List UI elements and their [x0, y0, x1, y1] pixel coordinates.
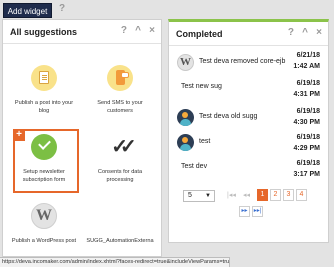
item-date-day: 6/19/18	[296, 160, 320, 167]
last-page-button[interactable]: ▸▸|	[252, 206, 263, 217]
suggestion-publish-post[interactable]: Publish a post into your blog	[9, 65, 79, 115]
help-icon[interactable]: ?	[59, 3, 65, 14]
suggestion-label: Consents for data processing	[97, 169, 143, 183]
completed-panel: Completed ? ^ × W Test deva removed core…	[168, 19, 329, 243]
item-name: test	[199, 138, 211, 145]
page-button-2[interactable]: 2	[270, 189, 281, 201]
item-name: Test new sug	[181, 83, 222, 90]
first-page-icon[interactable]: |◂◂	[227, 191, 236, 199]
list-item[interactable]: Test dev 6/19/18 3:17 PM	[169, 156, 328, 184]
list-item[interactable]: Test deva old sugg 6/19/18 4:30 PM	[169, 104, 328, 130]
item-date: 6/21/18 1:42 AM	[293, 50, 320, 72]
suggestion-automation-externa[interactable]: SUGG_AutomationExterna	[85, 203, 155, 245]
page-button-1[interactable]: 1	[257, 189, 268, 201]
list-item[interactable]: W Test deva removed core-ejb 6/21/18 1:4…	[169, 50, 328, 78]
sms-phone-icon	[107, 65, 133, 91]
help-icon[interactable]: ?	[121, 25, 127, 36]
status-url-bar: https://deva.incomaker.com/admin/index.x…	[0, 257, 230, 267]
item-date-day: 6/19/18	[296, 134, 320, 141]
checkmark-icon	[31, 134, 57, 160]
item-date-time: 4:31 PM	[293, 91, 320, 98]
item-date-day: 6/21/18	[296, 52, 320, 59]
panel-header: All suggestions ? ^ ×	[3, 20, 161, 44]
item-date: 6/19/18 4:29 PM	[294, 132, 320, 154]
page-size-select[interactable]: 5 ▼	[183, 190, 215, 202]
panel-header: Completed ? ^ ×	[169, 22, 328, 46]
page-button-3[interactable]: 3	[283, 189, 294, 201]
add-widget-button[interactable]: Add widget	[3, 3, 52, 18]
item-name: Test dev	[181, 163, 208, 170]
item-date-time: 1:42 AM	[293, 63, 320, 70]
wordpress-icon: W	[31, 203, 57, 229]
suggestion-label: Send SMS to your customers	[97, 100, 143, 114]
suggestion-consents[interactable]: ✓✓ Consents for data processing	[85, 134, 155, 184]
item-date: 6/19/18 4:31 PM	[294, 78, 320, 100]
item-date-day: 6/19/18	[296, 80, 320, 87]
suggestion-send-sms[interactable]: Send SMS to your customers	[85, 65, 155, 115]
help-icon[interactable]: ?	[288, 27, 294, 38]
list-item[interactable]: test 6/19/18 4:29 PM	[169, 130, 328, 156]
suggestion-label: Setup newsletter subscription form	[22, 169, 66, 183]
close-icon[interactable]: ×	[316, 27, 322, 38]
item-date: 6/19/18 3:17 PM	[294, 158, 320, 180]
item-date-day: 6/19/18	[296, 108, 320, 115]
panel-title: Completed	[176, 29, 223, 39]
people-avatar-icon	[177, 134, 194, 151]
page-size-value: 5	[188, 192, 192, 199]
prev-page-icon[interactable]: ◂◂	[243, 191, 250, 199]
close-icon[interactable]: ×	[149, 25, 155, 36]
panel-title: All suggestions	[10, 27, 78, 37]
collapse-icon[interactable]: ^	[302, 27, 308, 38]
all-suggestions-panel: All suggestions ? ^ × Publish a post int…	[2, 19, 162, 257]
suggestion-label: SUGG_AutomationExterna	[86, 238, 154, 244]
blank-icon	[107, 203, 133, 229]
item-date: 6/19/18 4:30 PM	[294, 106, 320, 128]
item-name: Test deva old sugg	[199, 113, 258, 120]
paginator: 5 ▼ |◂◂ ◂◂ 1 2 3 4 ▸▸ ▸▸|	[169, 188, 328, 228]
wordpress-avatar-icon: W	[177, 54, 194, 71]
item-date-time: 4:30 PM	[293, 119, 320, 126]
people-avatar-icon	[177, 109, 194, 126]
list-item[interactable]: Test new sug 6/19/18 4:31 PM	[169, 78, 328, 104]
suggestion-label: Publish a post into your blog	[14, 100, 74, 114]
suggestion-newsletter-form[interactable]: Setup newsletter subscription form	[9, 134, 79, 184]
item-name: Test deva removed core-ejb	[199, 58, 286, 65]
chevron-down-icon: ▼	[205, 193, 211, 199]
document-icon	[31, 65, 57, 91]
suggestion-wordpress[interactable]: W Publish a WordPress post	[9, 203, 79, 245]
next-page-button[interactable]: ▸▸	[239, 206, 250, 217]
double-check-icon: ✓✓	[111, 136, 137, 158]
page-button-4[interactable]: 4	[296, 189, 307, 201]
collapse-icon[interactable]: ^	[135, 25, 141, 36]
item-date-time: 4:29 PM	[293, 145, 320, 152]
suggestion-label: Publish a WordPress post	[11, 238, 77, 244]
item-date-time: 3:17 PM	[293, 171, 320, 178]
